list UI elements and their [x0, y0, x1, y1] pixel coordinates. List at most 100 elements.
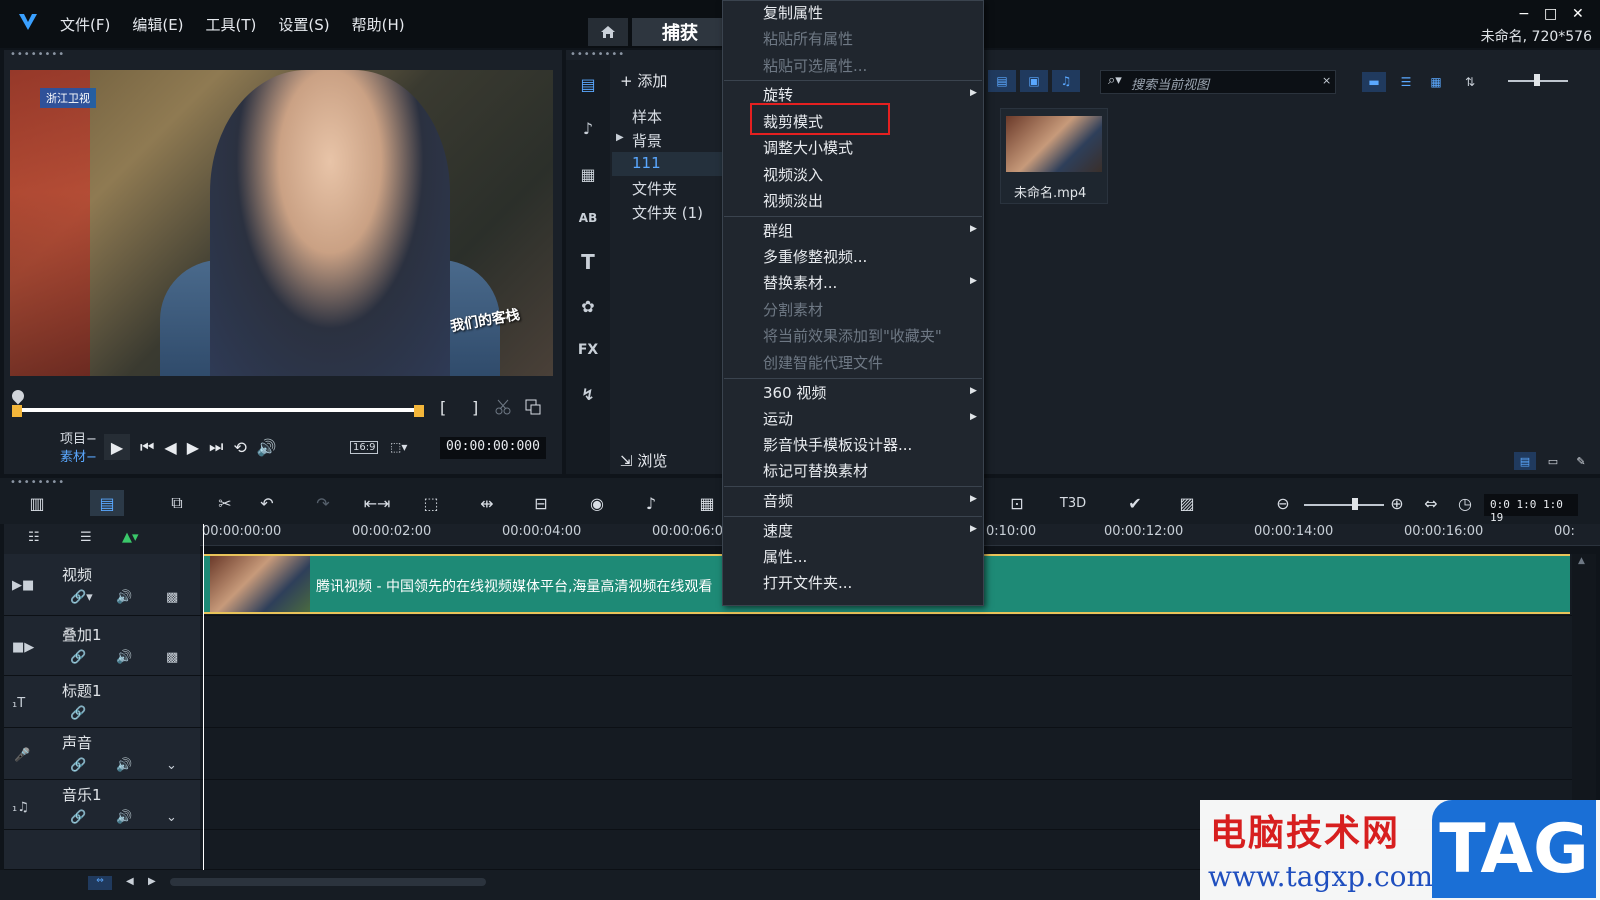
link-icon[interactable]: 🔗 — [70, 650, 86, 665]
scissors-icon[interactable] — [494, 398, 512, 416]
zoom-out-icon[interactable]: ⊖ — [1266, 490, 1300, 516]
folder-item[interactable]: 背景 — [632, 130, 662, 151]
track-voice[interactable] — [200, 728, 1572, 780]
aspect-ratio-button[interactable]: 16:9 — [350, 441, 379, 454]
zoom-in-icon[interactable]: ⊕ — [1380, 490, 1414, 516]
mode-clip[interactable]: 素材− — [60, 446, 97, 465]
sort-icon[interactable]: ⇅ — [1458, 72, 1482, 92]
menu-edit[interactable]: 编辑(E) — [132, 14, 183, 35]
close-button[interactable]: ✕ — [1572, 6, 1584, 22]
ripple-icon[interactable]: ▩ — [166, 590, 178, 605]
subtitle-icon[interactable]: ▨ — [1170, 490, 1204, 516]
fit-project-icon[interactable]: ⇤⇥ — [360, 490, 394, 516]
link-icon[interactable]: 🔗 — [70, 706, 86, 721]
audio-wave-icon[interactable]: ♪ — [634, 490, 668, 516]
color-icon[interactable]: ◉ — [580, 490, 614, 516]
instant-project-icon[interactable]: ♪ — [574, 114, 602, 142]
view-large-icon[interactable]: ▬ — [1362, 72, 1386, 92]
track-title[interactable] — [200, 676, 1572, 728]
ctx-360-video[interactable]: 360 视频 — [763, 382, 826, 403]
track-volume-icon[interactable]: 🔊 — [116, 758, 132, 773]
ctx-motion[interactable]: 运动 — [763, 408, 793, 429]
view-list-icon[interactable]: ☰ — [1394, 72, 1418, 92]
timeline-zoom-slider[interactable] — [1304, 504, 1384, 506]
trim-out-handle[interactable] — [414, 405, 424, 417]
motion-track-icon[interactable]: ⊡ — [1000, 490, 1034, 516]
view-grid-icon[interactable]: ▦ — [1424, 72, 1448, 92]
ctx-audio[interactable]: 音频 — [763, 490, 793, 511]
tools-icon[interactable]: ✂ — [208, 490, 242, 516]
split-icon[interactable]: ⇹ — [470, 490, 504, 516]
ctx-copy-attributes[interactable]: 复制属性 — [763, 2, 823, 23]
menu-file[interactable]: 文件(F) — [60, 14, 110, 35]
ctx-multi-trim[interactable]: 多重修整视频... — [763, 246, 867, 267]
menu-tools[interactable]: 工具(T) — [206, 14, 257, 35]
playhead[interactable] — [203, 524, 204, 870]
ctx-open-folder[interactable]: 打开文件夹... — [763, 572, 852, 593]
go-start-icon[interactable]: ⏮ — [140, 437, 154, 457]
track-volume-icon[interactable]: 🔊 — [116, 590, 132, 605]
crop-select-icon[interactable]: ⬚▾ — [390, 440, 407, 454]
home-button[interactable] — [588, 18, 628, 46]
folder-item[interactable]: 文件夹 — [632, 178, 677, 199]
mode-project[interactable]: 项目− — [60, 428, 97, 447]
ctx-fade-out[interactable]: 视频淡出 — [763, 190, 823, 211]
timeline-hscroll[interactable] — [170, 878, 486, 886]
media-icon[interactable]: ▤ — [574, 70, 602, 98]
folder-item-active[interactable]: 111 — [632, 154, 661, 172]
track-header-title[interactable] — [4, 676, 200, 728]
next-frame-icon[interactable]: ▶ — [187, 438, 199, 457]
minimize-button[interactable]: − — [1518, 6, 1530, 22]
ctx-properties[interactable]: 属性... — [763, 546, 807, 567]
graphics-icon[interactable]: ✿ — [574, 292, 602, 320]
transition-icon[interactable]: ▦ — [574, 160, 602, 188]
path-icon[interactable]: ↯ — [574, 380, 602, 408]
ctx-fade-in[interactable]: 视频淡入 — [763, 164, 823, 185]
ctx-rotate[interactable]: 旋转 — [763, 84, 793, 105]
clock-icon[interactable]: ◷ — [1448, 490, 1482, 516]
library-panel-icon[interactable]: ▭ — [1542, 452, 1564, 470]
tab-capture[interactable]: 捕获 — [632, 18, 728, 46]
trim-icon[interactable]: ⊟ — [524, 490, 558, 516]
link-icon[interactable]: 🔗 — [70, 758, 86, 773]
library-layout-icon[interactable]: ▤ — [1514, 452, 1536, 470]
repeat-icon[interactable]: ⟲ — [233, 438, 246, 457]
search-input[interactable]: 搜索当前视图 — [1100, 70, 1336, 94]
show-photo-icon[interactable]: ▣ — [1020, 70, 1048, 92]
ctx-resize-mode[interactable]: 调整大小模式 — [763, 137, 853, 158]
folder-item[interactable]: 样本 — [632, 106, 662, 127]
timecode-field[interactable]: 00:00:00:000 — [440, 437, 546, 459]
ctx-replace-clip[interactable]: 替换素材... — [763, 272, 837, 293]
browse-button[interactable]: ⇲ 浏览 — [620, 450, 667, 471]
add-marker-icon[interactable]: ▲▾ — [122, 530, 139, 545]
timeline-view-icon[interactable]: ▤ — [90, 490, 124, 516]
storyboard-view-icon[interactable]: ▥ — [20, 490, 54, 516]
multicam-icon[interactable]: ▦ — [690, 490, 724, 516]
track-volume-icon[interactable]: 🔊 — [116, 810, 132, 825]
folder-item[interactable]: 文件夹 (1) — [632, 202, 703, 223]
prev-frame-icon[interactable]: ◀ — [164, 438, 176, 457]
copy-icon[interactable]: ⧉ — [160, 490, 194, 516]
scrubber-bar[interactable] — [18, 408, 420, 412]
track-volume-icon[interactable]: 🔊 — [116, 650, 132, 665]
maximize-button[interactable]: □ — [1544, 6, 1557, 22]
link-icon[interactable]: 🔗 — [70, 810, 86, 825]
chapter-icon[interactable]: ☰ — [80, 530, 92, 545]
mask-icon[interactable]: ✔ — [1118, 490, 1152, 516]
show-audio-icon[interactable]: ♫ — [1052, 70, 1080, 92]
mark-out-button[interactable]: ] — [472, 398, 478, 417]
screen-capture-icon[interactable]: ⬚ — [414, 490, 448, 516]
timeline-zoom-knob[interactable] — [1352, 498, 1358, 510]
track-overlay[interactable] — [200, 616, 1572, 676]
fit-timeline-icon[interactable]: ⇔ — [1414, 490, 1448, 516]
clear-search-icon[interactable]: × — [1322, 74, 1331, 87]
title-text-icon[interactable]: T — [574, 248, 602, 276]
ctx-template-designer[interactable]: 影音快手模板设计器... — [763, 434, 912, 455]
go-end-icon[interactable]: ⏭ — [209, 437, 223, 457]
undo-icon[interactable]: ↶ — [250, 490, 284, 516]
expand-track-icon[interactable]: ⌄ — [166, 758, 177, 773]
filter-fx-icon[interactable]: FX — [574, 336, 602, 364]
menu-help[interactable]: 帮助(H) — [352, 14, 405, 35]
scroll-left-icon[interactable]: ◀ — [126, 876, 134, 887]
mark-in-button[interactable]: [ — [440, 398, 446, 417]
